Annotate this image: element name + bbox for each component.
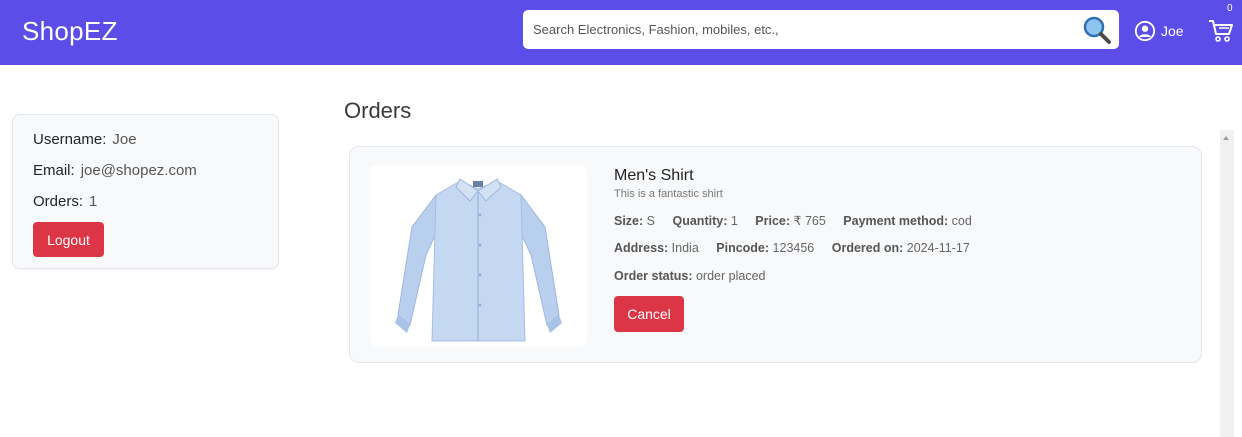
cart-icon[interactable] <box>1207 16 1235 44</box>
cart-count-badge: 0 <box>1227 3 1233 14</box>
username-value: Joe <box>112 131 137 148</box>
product-description: This is a fantastic shirt <box>614 188 723 200</box>
email-label: Email: <box>33 162 75 179</box>
cancel-order-button[interactable]: Cancel <box>614 296 684 332</box>
product-name: Men's Shirt <box>614 167 694 184</box>
address-label: Address: <box>614 241 669 255</box>
search-input[interactable] <box>523 10 1083 49</box>
quantity-label: Quantity: <box>672 214 728 228</box>
profile-email-row: Email: joe@shopez.com <box>33 162 197 179</box>
logout-button[interactable]: Logout <box>33 222 104 257</box>
page-title: Orders <box>344 98 412 123</box>
username-label: Username: <box>33 131 107 148</box>
order-details-row-1: Size: S Quantity: 1 Price: ₹ 765 Payment… <box>614 213 972 228</box>
scrollbar[interactable] <box>1220 130 1234 437</box>
user-circle-icon <box>1134 20 1156 42</box>
ordered-on-label: Ordered on: <box>831 241 904 255</box>
quantity-value: 1 <box>730 214 738 228</box>
pincode-label: Pincode: <box>716 241 770 255</box>
navbar: ShopEZ Joe 0 <box>0 0 1242 65</box>
user-menu[interactable]: Joe <box>1134 19 1184 43</box>
product-image <box>370 165 587 346</box>
payment-method-label: Payment method: <box>843 214 949 228</box>
address-value: India <box>671 241 699 255</box>
search-icon[interactable] <box>1081 14 1113 46</box>
order-card: Men's Shirt This is a fantastic shirt Si… <box>349 146 1202 363</box>
ordered-on-value: 2024-11-17 <box>906 241 970 255</box>
payment-method-value: cod <box>951 214 972 228</box>
order-status-label: Order status: <box>614 269 693 283</box>
price-label: Price: <box>755 214 791 228</box>
profile-card: Username: Joe Email: joe@shopez.com Orders… <box>12 114 279 269</box>
pincode-value: 123456 <box>772 241 815 255</box>
user-name: Joe <box>1161 23 1184 39</box>
orders-label: Orders: <box>33 193 84 210</box>
size-label: Size: <box>614 214 644 228</box>
profile-username-row: Username: Joe <box>33 131 137 148</box>
scroll-up-arrow-icon[interactable] <box>1223 136 1229 140</box>
search-bar <box>523 10 1119 49</box>
brand-logo[interactable]: ShopEZ <box>22 16 118 47</box>
order-status-row: Order status: order placed <box>614 269 765 283</box>
email-value: joe@shopez.com <box>80 162 197 179</box>
order-details-row-2: Address: India Pincode: 123456 Ordered o… <box>614 241 970 255</box>
orders-count: 1 <box>89 193 98 210</box>
price-value: ₹ 765 <box>793 214 826 228</box>
size-value: S <box>646 214 656 228</box>
profile-orders-row: Orders: 1 <box>33 193 97 210</box>
order-status-value: order placed <box>695 269 766 283</box>
